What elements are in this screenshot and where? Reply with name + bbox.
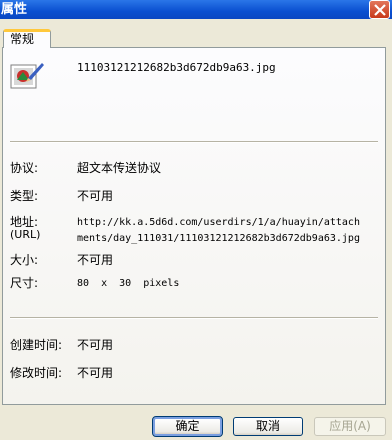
- protocol-label: 协议:: [10, 161, 39, 175]
- file-name: 11103121212682b3d672db9a63.jpg: [77, 61, 276, 74]
- type-label: 类型:: [10, 189, 39, 203]
- image-file-icon: [10, 63, 44, 89]
- tab-general[interactable]: 常规: [3, 29, 51, 48]
- close-button[interactable]: [369, 0, 390, 19]
- cancel-button[interactable]: 取消: [233, 417, 303, 436]
- created-label: 创建时间:: [10, 338, 63, 352]
- size-label: 大小:: [10, 253, 39, 267]
- dimensions-label: 尺寸:: [10, 276, 39, 290]
- created-value: 不可用: [77, 338, 114, 352]
- modified-label: 修改时间:: [10, 366, 63, 380]
- protocol-value: 超文本传送协议: [77, 161, 162, 175]
- window-title: 属性: [1, 2, 28, 17]
- modified-value: 不可用: [77, 366, 114, 380]
- ok-button[interactable]: 确定: [152, 416, 223, 437]
- size-value: 不可用: [77, 253, 114, 267]
- separator: [10, 141, 378, 143]
- apply-button[interactable]: 应用(A): [314, 417, 386, 436]
- close-icon: [374, 4, 386, 16]
- title-bar[interactable]: 属性: [0, 0, 392, 19]
- type-value: 不可用: [77, 189, 114, 203]
- address-value-line1: http://kk.a.5d6d.com/userdirs/1/a/huayin…: [77, 217, 360, 228]
- address-value-line2: ments/day_111031/11103121212682b3d672db9…: [77, 233, 360, 244]
- separator: [10, 317, 378, 319]
- address-url-label: (URL): [10, 228, 41, 241]
- tab-general-label: 常规: [10, 32, 35, 46]
- dimensions-value: 80 x 30 pixels: [77, 278, 180, 289]
